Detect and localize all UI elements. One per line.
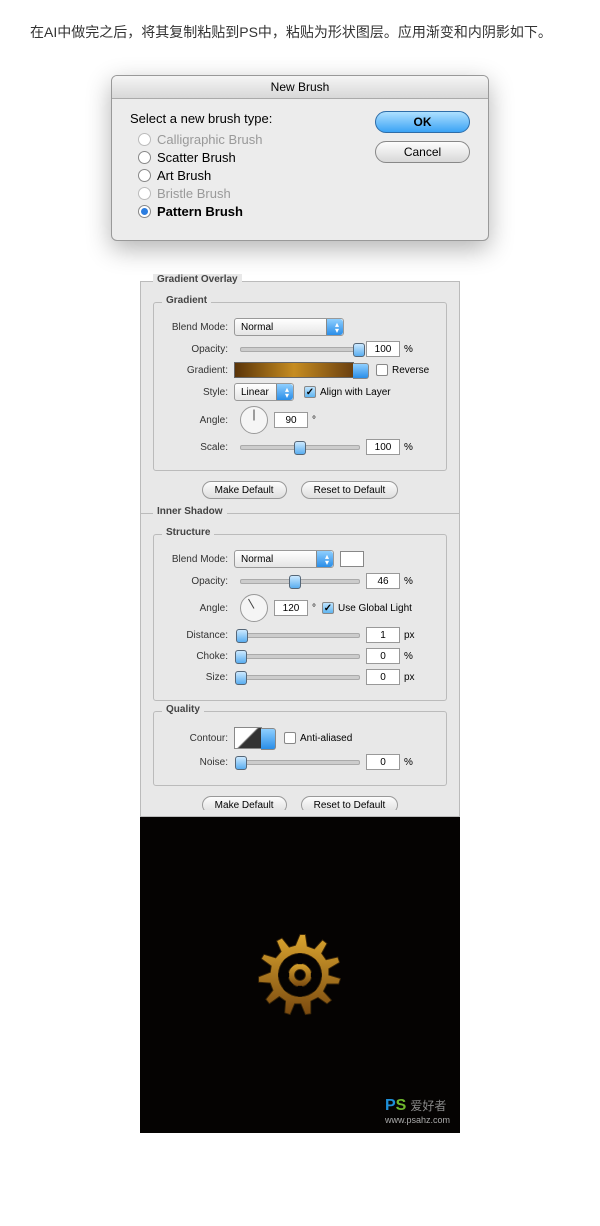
radio-icon [138,187,151,200]
angle-unit: ° [312,603,316,614]
global-light-label: Use Global Light [338,603,412,614]
opacity-input[interactable]: 46 [366,573,400,589]
radio-icon[interactable] [138,169,151,182]
cancel-button[interactable]: Cancel [375,141,470,163]
size-input[interactable]: 0 [366,669,400,685]
style-label: Style: [162,387,234,398]
contour-label: Contour: [162,733,234,744]
opacity-input[interactable]: 100 [366,341,400,357]
radio-icon[interactable] [138,205,151,218]
noise-slider[interactable] [240,760,360,765]
opacity-label: Opacity: [162,576,234,587]
choke-slider[interactable] [240,654,360,659]
align-checkbox[interactable] [304,386,316,398]
blend-mode-select[interactable]: Normal▴▾ [234,550,334,568]
style-select[interactable]: Linear▴▾ [234,383,294,401]
radio-calligraphic: Calligraphic Brush [138,132,375,147]
global-light-checkbox[interactable] [322,602,334,614]
blend-mode-label: Blend Mode: [162,554,234,565]
angle-input[interactable]: 90 [274,412,308,428]
scale-slider[interactable] [240,445,360,450]
choke-input[interactable]: 0 [366,648,400,664]
scale-unit: % [404,442,413,453]
antialiased-checkbox[interactable] [284,732,296,744]
angle-input[interactable]: 120 [274,600,308,616]
distance-slider[interactable] [240,633,360,638]
panel-legend: Inner Shadow [153,506,227,517]
scale-input[interactable]: 100 [366,439,400,455]
watermark: PS爱好者 www.psahz.com [385,1097,450,1125]
size-slider[interactable] [240,675,360,680]
distance-input[interactable]: 1 [366,627,400,643]
noise-unit: % [404,757,413,768]
gradient-overlay-panel: Gradient Overlay Gradient Blend Mode: No… [140,281,460,514]
opacity-unit: % [404,344,413,355]
radio-label: Bristle Brush [157,186,231,201]
reverse-checkbox[interactable] [376,364,388,376]
size-label: Size: [162,672,234,683]
contour-swatch[interactable] [234,727,262,749]
blend-mode-label: Blend Mode: [162,322,234,333]
angle-unit: ° [312,415,316,426]
radio-label: Scatter Brush [157,150,236,165]
angle-label: Angle: [162,603,234,614]
noise-label: Noise: [162,757,234,768]
ok-button[interactable]: OK [375,111,470,133]
radio-bristle: Bristle Brush [138,186,375,201]
radio-pattern[interactable]: Pattern Brush [138,204,375,219]
blend-mode-select[interactable]: Normal▴▾ [234,318,344,336]
inner-shadow-panel: Inner Shadow Structure Blend Mode: Norma… [140,514,460,817]
reset-default-button[interactable]: Reset to Default [301,481,399,499]
gradient-label: Gradient: [162,365,234,376]
opacity-unit: % [404,576,413,587]
make-default-button[interactable]: Make Default [202,796,287,810]
gear-preview: PS爱好者 www.psahz.com [140,817,460,1133]
angle-dial[interactable] [240,406,268,434]
radio-label: Calligraphic Brush [157,132,263,147]
new-brush-dialog: New Brush Select a new brush type: Calli… [111,75,489,241]
scale-label: Scale: [162,442,234,453]
shadow-color-swatch[interactable] [340,551,364,567]
distance-label: Distance: [162,630,234,641]
fieldset-legend: Gradient [162,295,211,306]
radio-scatter[interactable]: Scatter Brush [138,150,375,165]
antialiased-label: Anti-aliased [300,733,352,744]
align-label: Align with Layer [320,387,391,398]
radio-label: Pattern Brush [157,204,243,219]
size-unit: px [404,672,415,683]
radio-icon [138,133,151,146]
noise-input[interactable]: 0 [366,754,400,770]
angle-label: Angle: [162,415,234,426]
gradient-swatch[interactable] [234,362,354,378]
opacity-label: Opacity: [162,344,234,355]
choke-unit: % [404,651,413,662]
choke-label: Choke: [162,651,234,662]
panel-legend: Gradient Overlay [153,274,242,285]
opacity-slider[interactable] [240,579,360,584]
distance-unit: px [404,630,415,641]
intro-paragraph: 在AI中做完之后，将其复制粘贴到PS中，粘贴为形状图层。应用渐变和内阴影如下。 [0,0,600,55]
angle-dial[interactable] [240,594,268,622]
brush-type-prompt: Select a new brush type: [130,111,375,126]
fieldset-legend: Structure [162,527,214,538]
reset-default-button[interactable]: Reset to Default [301,796,399,810]
fieldset-legend: Quality [162,704,204,715]
reverse-label: Reverse [392,365,429,376]
gear-icon [255,930,345,1020]
radio-label: Art Brush [157,168,211,183]
make-default-button[interactable]: Make Default [202,481,287,499]
opacity-slider[interactable] [240,347,360,352]
radio-art[interactable]: Art Brush [138,168,375,183]
dialog-title: New Brush [112,76,488,99]
radio-icon[interactable] [138,151,151,164]
